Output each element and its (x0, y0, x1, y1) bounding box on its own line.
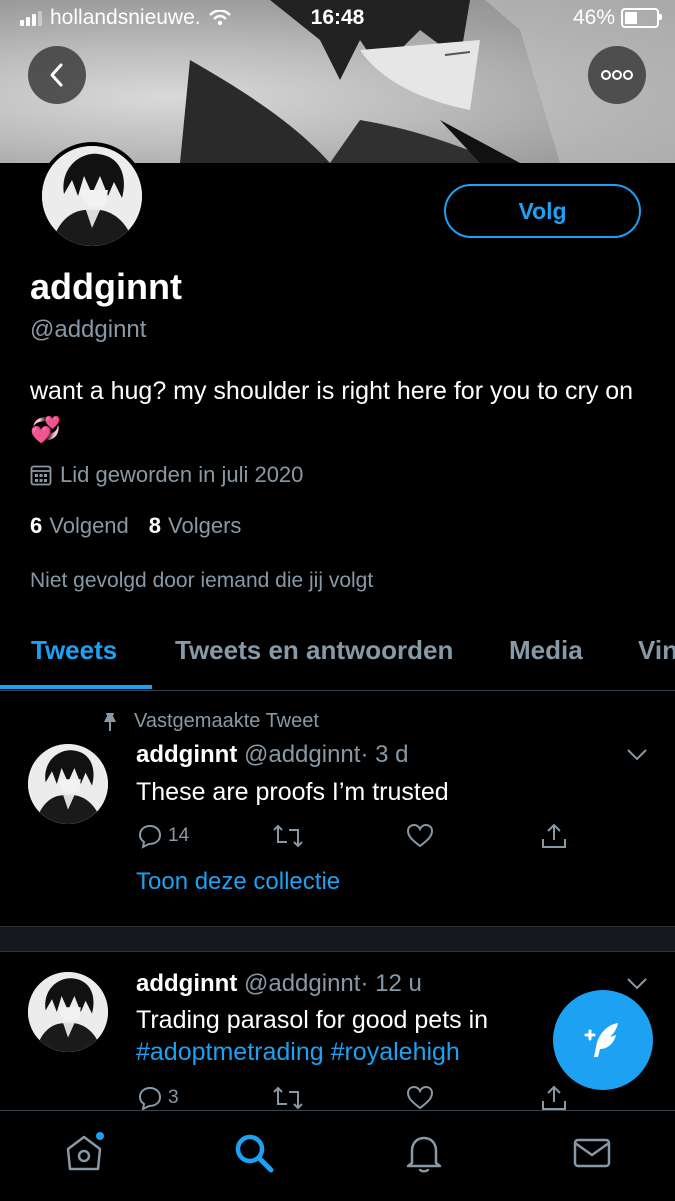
tweet-author-handle: @addginnt (243, 741, 361, 768)
home-icon (66, 1132, 104, 1171)
pinned-tweet-label: Vastgemaakte Tweet (100, 710, 319, 733)
more-options-button[interactable] (588, 46, 646, 104)
profile-bio: want a hug? my shoulder is right here fo… (30, 377, 634, 444)
messages-mail-icon (573, 1138, 611, 1168)
followers-label: Volgers (168, 513, 242, 538)
status-bar: hollandsnieuwe. 16:48 46% (0, 0, 675, 36)
tweet-actions: 14 (136, 822, 576, 856)
share-button[interactable] (540, 1084, 568, 1112)
reply-button[interactable]: 3 (136, 1084, 179, 1112)
tweet-author-name[interactable]: addginnt (136, 741, 237, 768)
profile-display-name: addginnt (30, 266, 182, 307)
compose-feather-icon (584, 1023, 618, 1057)
status-right: 46% (572, 6, 662, 30)
tweet-author-name[interactable]: addginnt (136, 970, 237, 997)
reply-count: 14 (168, 825, 190, 846)
reply-button[interactable]: 14 (136, 822, 189, 850)
tab-likes[interactable]: Vin (638, 635, 675, 666)
tweet-hashtags[interactable]: #adoptmetrading #royalehigh (136, 1038, 460, 1066)
reply-icon (138, 1086, 162, 1111)
nav-messages[interactable] (570, 1131, 614, 1175)
back-button[interactable] (28, 46, 86, 104)
show-collection-link[interactable]: Toon deze collectie (136, 868, 340, 896)
more-horizontal-icon (601, 70, 633, 80)
compose-tweet-button[interactable] (553, 990, 653, 1090)
tweet-avatar[interactable] (28, 744, 108, 824)
follow-button[interactable]: Volg (444, 184, 641, 238)
joined-text: Lid geworden in juli 2020 (60, 462, 304, 487)
tweet-header: addginnt @addginnt· 3 d (136, 741, 408, 769)
tweet-author-handle: @addginnt (243, 970, 361, 997)
retweet-button[interactable] (272, 822, 304, 850)
reply-icon (138, 824, 162, 849)
heart-icon (406, 1085, 434, 1110)
profile-handle: @addginnt (30, 316, 147, 343)
like-button[interactable] (406, 822, 434, 850)
chevron-down-icon[interactable] (626, 977, 648, 991)
joined-date: Lid geworden in juli 2020 (30, 462, 303, 488)
tab-tweets[interactable]: Tweets (31, 635, 117, 666)
heart-icon (406, 823, 434, 848)
section-separator (0, 926, 675, 952)
following-link[interactable]: 6 Volgend (30, 513, 129, 539)
tweet-header: addginnt @addginnt· 12 u (136, 970, 422, 998)
chevron-left-icon (50, 63, 63, 87)
follow-counts: 6 Volgend 8 Volgers (30, 513, 241, 539)
reply-count: 3 (168, 1087, 179, 1108)
active-tab-indicator (0, 685, 152, 689)
tweet-text: These are proofs I’m trusted (136, 778, 449, 806)
chevron-down-icon[interactable] (626, 748, 648, 762)
tab-media[interactable]: Media (509, 635, 583, 666)
not-followed-notice: Niet gevolgd door iemand die jij volgt (30, 569, 374, 592)
followers-count: 8 (148, 513, 162, 538)
search-icon (235, 1134, 274, 1173)
battery-percentage: 46% (572, 6, 615, 29)
retweet-icon (273, 1086, 303, 1110)
tweet-text: Trading parasol for good pets in #adoptm… (136, 1004, 556, 1068)
retweet-button[interactable] (272, 1084, 304, 1112)
tweet-time: · 12 u (360, 970, 422, 997)
avatar-image (28, 972, 108, 1052)
profile-avatar[interactable] (38, 142, 146, 250)
retweet-icon (273, 824, 303, 848)
nav-search[interactable] (232, 1131, 276, 1175)
pin-icon (104, 712, 116, 731)
tweet-avatar[interactable] (28, 972, 108, 1052)
share-icon (542, 1085, 566, 1110)
tab-tweets-and-replies[interactable]: Tweets en antwoorden (175, 635, 453, 666)
following-label: Volgend (49, 513, 129, 538)
share-button[interactable] (540, 822, 568, 850)
share-icon (542, 823, 566, 848)
avatar-image (42, 146, 142, 246)
tweet-time: · 3 d (360, 741, 409, 768)
tweet-text-body: Trading parasol for good pets in (136, 1006, 489, 1034)
notifications-bell-icon (406, 1136, 442, 1173)
followers-link[interactable]: 8 Volgers (149, 513, 242, 539)
nav-notifications[interactable] (402, 1131, 446, 1175)
like-button[interactable] (406, 1084, 434, 1112)
avatar-image (28, 744, 108, 824)
battery-level (625, 12, 637, 24)
bottom-navigation (0, 1110, 675, 1201)
calendar-icon (30, 465, 52, 486)
following-count: 6 (30, 513, 43, 538)
nav-home[interactable] (62, 1131, 106, 1175)
pinned-text: Vastgemaakte Tweet (134, 710, 319, 732)
battery-icon (621, 8, 662, 28)
profile-tabs: Tweets Tweets en antwoorden Media Vin (0, 620, 675, 691)
